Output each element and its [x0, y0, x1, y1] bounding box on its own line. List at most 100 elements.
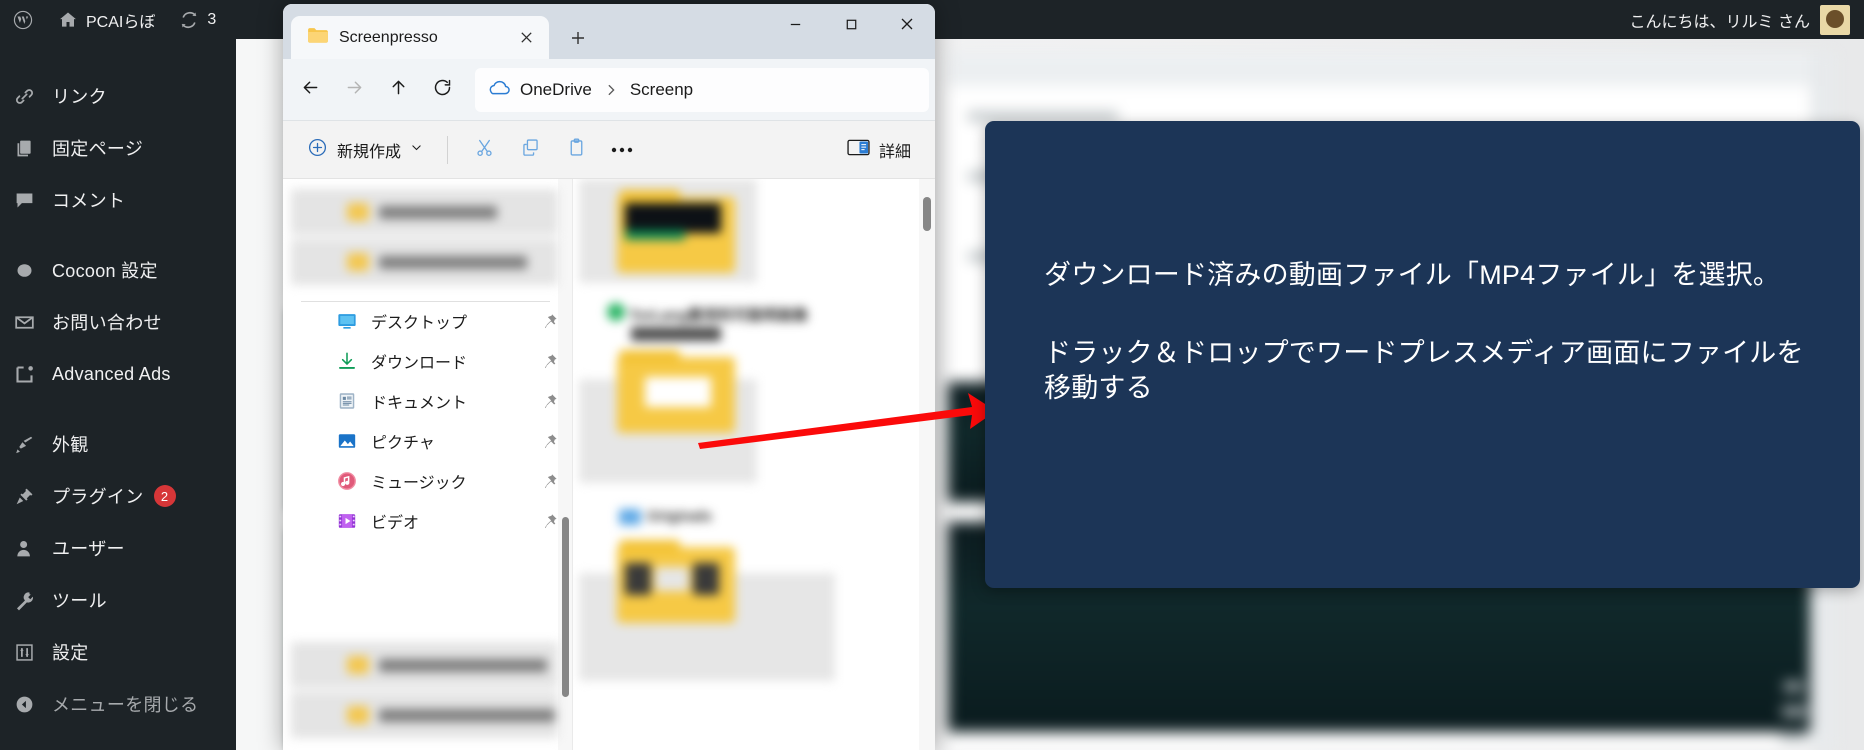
forward-button[interactable] [333, 69, 375, 111]
sidebar-item-advanced-ads[interactable]: Advanced Ads [0, 348, 236, 400]
sidebar-item-tools[interactable]: ツール [0, 574, 236, 626]
sidebar-item-documents[interactable]: ドキュメント [283, 381, 572, 421]
pictures-icon [337, 431, 361, 451]
sidebar-item-settings[interactable]: 設定 [0, 626, 236, 678]
explorer-tab-title: Screenpresso [339, 28, 438, 46]
list-item[interactable] [617, 190, 735, 273]
ellipsis-more-icon [611, 141, 633, 159]
status-badge: 2 [153, 485, 176, 507]
pin-icon[interactable] [542, 393, 558, 409]
plus-circle-icon [307, 137, 328, 163]
user-icon [14, 538, 46, 559]
desktop-icon [337, 311, 361, 331]
avatar [1820, 4, 1850, 35]
sidebar-item-plugins[interactable]: プラグイン 2 [0, 470, 236, 522]
sidebar-item-links[interactable]: リンク [0, 70, 236, 122]
explorer-tab-screenpresso[interactable]: Screenpresso [291, 16, 549, 59]
chevron-right-icon [602, 83, 620, 97]
new-item-label: 新規作成 [337, 143, 402, 161]
music-icon [337, 471, 361, 491]
sidebar-item-pictures[interactable]: ピクチャ [283, 421, 572, 461]
sidebar-item-collapse-menu[interactable]: メニューを閉じる [0, 678, 236, 730]
file-list-scrollbar[interactable] [923, 197, 931, 231]
pin-icon[interactable] [542, 433, 558, 449]
sidebar-item-label: ドキュメント [371, 395, 468, 412]
site-home-link[interactable]: PCAIらぼ [46, 0, 167, 39]
annotation-line-1: ダウンロード済みの動画ファイル「MP4ファイル」を選択。 [1044, 260, 1781, 290]
wordpress-logo-icon [12, 9, 34, 31]
sidebar-item-label: ダウンロード [371, 355, 468, 372]
pages-icon [14, 138, 46, 159]
site-name-label: PCAIらぼ [86, 13, 156, 31]
refresh-icon [432, 77, 453, 103]
sidebar-item-music[interactable]: ミュージック [283, 461, 572, 501]
explorer-title-bar[interactable]: Screenpresso [283, 4, 935, 59]
sidebar-item-contact[interactable]: お問い合わせ [0, 296, 236, 348]
mail-envelope-icon [14, 312, 46, 333]
minimize-button[interactable] [767, 4, 823, 44]
close-button[interactable] [879, 4, 935, 44]
cut-button[interactable] [462, 130, 506, 170]
appearance-brush-icon [14, 434, 46, 455]
sidebar-item-label: Cocoon 設定 [52, 261, 158, 281]
list-item-label: TorLang素用利可能明画像 [629, 307, 808, 324]
pin-icon[interactable] [542, 313, 558, 329]
sidebar-item-label: ユーザー [52, 539, 125, 559]
wordpress-logo-button[interactable] [0, 0, 46, 39]
details-pane-label: 詳細 [878, 143, 911, 161]
collapse-left-arrow-icon [14, 694, 46, 715]
close-icon[interactable] [511, 23, 541, 53]
window-controls [767, 4, 935, 44]
copy-icon [520, 137, 541, 163]
sidebar-item-label: お問い合わせ [52, 313, 162, 333]
navigation-pane-list: デスクトップ ダウンロード ドキュメント ピクチャ ミュージック ビデオ [283, 301, 572, 541]
annotation-line-2: ドラック＆ドロップでワードプレスメディア画面にファイルを移動する [1044, 337, 1804, 404]
new-tab-button[interactable] [563, 23, 593, 53]
explorer-tab-strip: Screenpresso [283, 4, 593, 59]
address-bar[interactable]: OneDrive Screenp [475, 67, 929, 112]
sidebar-item-label: リンク [52, 87, 107, 107]
pin-icon[interactable] [542, 513, 558, 529]
list-item[interactable] [617, 540, 735, 623]
list-item-label: Originals [647, 508, 713, 525]
copy-button[interactable] [508, 130, 552, 170]
advanced-ads-icon [14, 364, 46, 385]
up-button[interactable] [377, 69, 419, 111]
file-list-scroll-track[interactable] [919, 179, 935, 750]
plugin-plug-icon [14, 486, 46, 507]
pin-icon[interactable] [542, 473, 558, 489]
sidebar-item-videos[interactable]: ビデオ [283, 501, 572, 541]
details-pane-button[interactable]: 詳細 [837, 130, 921, 170]
sidebar-item-desktop[interactable]: デスクトップ [283, 301, 572, 341]
sidebar-item-label: メニューを閉じる [52, 695, 199, 715]
paste-clipboard-icon [566, 137, 587, 163]
sidebar-item-cocoon-settings[interactable]: Cocoon 設定 [0, 244, 236, 296]
sidebar-item-users[interactable]: ユーザー [0, 522, 236, 574]
refresh-button[interactable] [421, 69, 463, 111]
maximize-button[interactable] [823, 4, 879, 44]
pin-icon[interactable] [542, 353, 558, 369]
breadcrumb-onedrive[interactable]: OneDrive [481, 79, 598, 101]
sidebar-item-downloads[interactable]: ダウンロード [283, 341, 572, 381]
cocoon-circle-icon [14, 260, 46, 281]
sidebar-item-pages[interactable]: 固定ページ [0, 122, 236, 174]
sidebar-item-label: プラグイン [52, 487, 144, 507]
back-button[interactable] [289, 69, 331, 111]
sidebar-item-comments[interactable]: コメント [0, 174, 236, 226]
breadcrumb-screenpresso[interactable]: Screenp [623, 79, 700, 100]
new-item-button[interactable]: 新規作成 [297, 130, 433, 170]
file-list-blurred-content: TorLang素用利可能明画像 Originals [573, 179, 935, 750]
paste-button[interactable] [554, 130, 598, 170]
onedrive-cloud-icon [487, 79, 511, 101]
my-account-menu[interactable]: こんにちは、リルミ さん [1630, 4, 1864, 35]
tools-wrench-icon [14, 590, 46, 611]
more-options-button[interactable] [600, 130, 644, 170]
sidebar-item-appearance[interactable]: 外観 [0, 418, 236, 470]
arrow-right-icon [344, 77, 365, 103]
file-list-pane: TorLang素用利可能明画像 Originals [573, 179, 935, 750]
updates-link[interactable]: 3 [167, 0, 228, 39]
sidebar-item-label: ミュージック [371, 475, 467, 492]
toolbar-divider [447, 135, 449, 164]
link-icon [14, 86, 46, 107]
navigation-pane-scrollbar[interactable] [562, 517, 569, 697]
